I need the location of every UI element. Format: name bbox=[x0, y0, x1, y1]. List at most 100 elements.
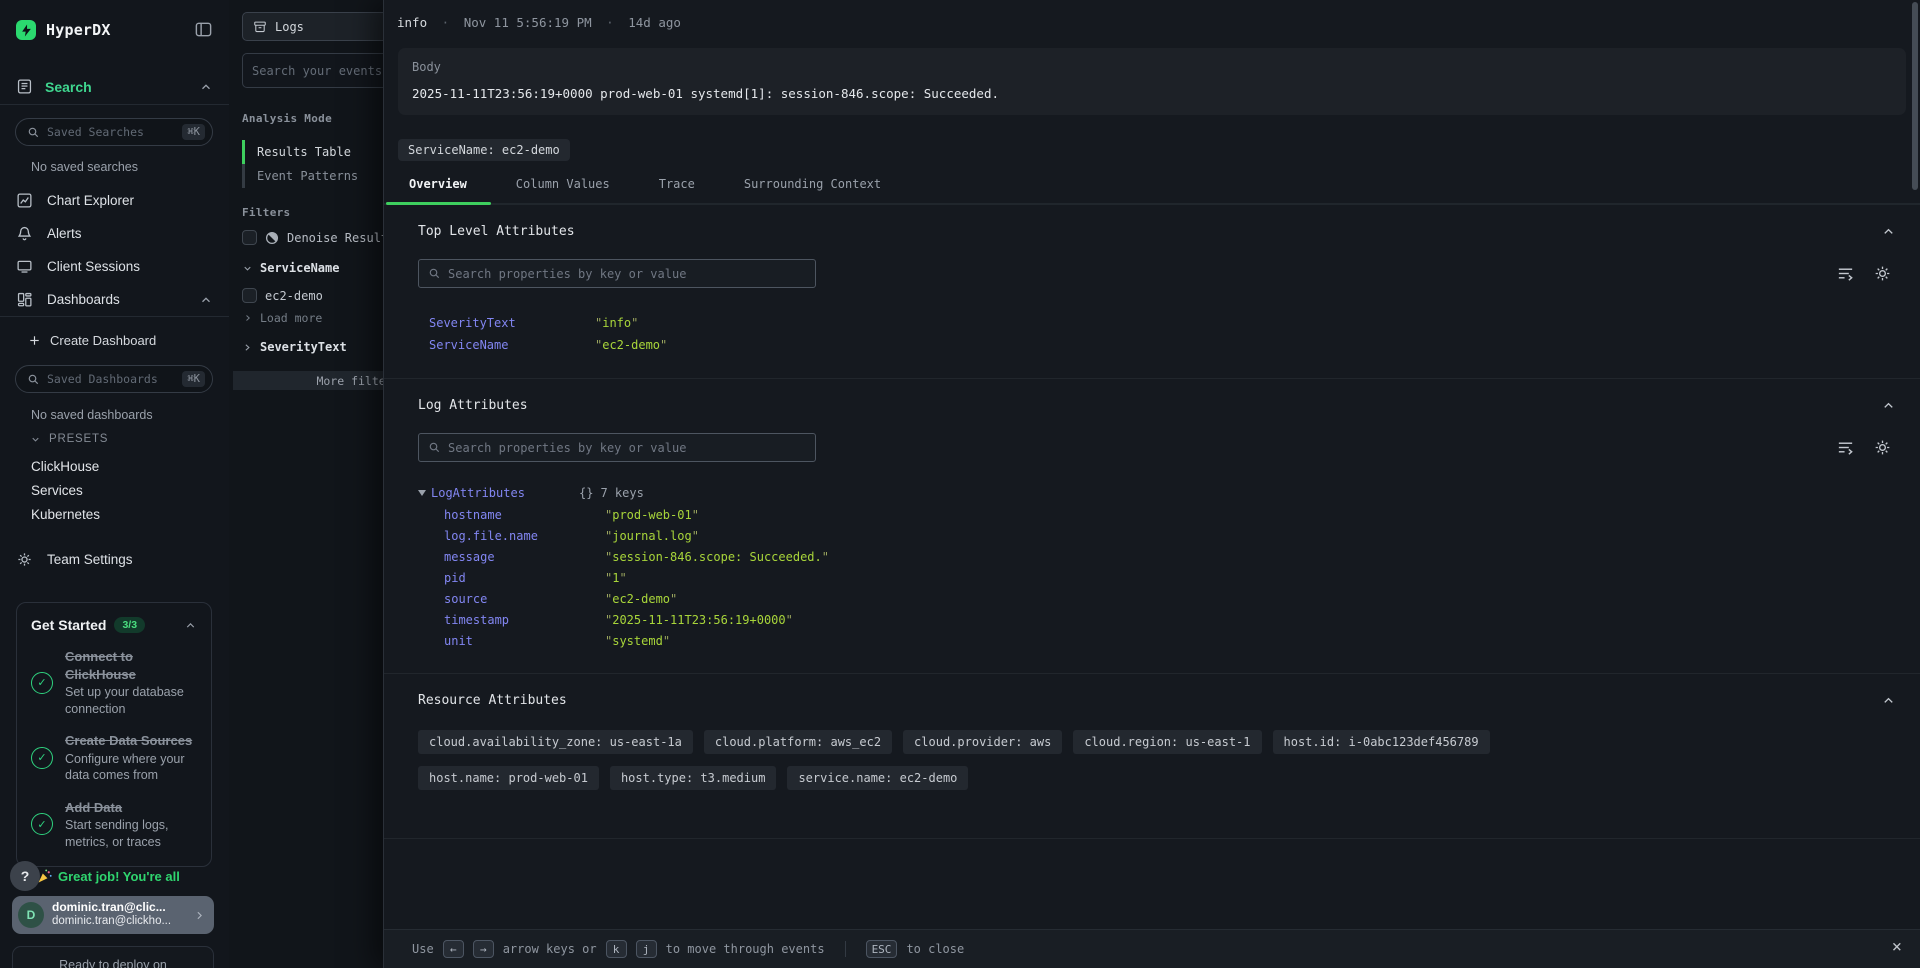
service-tag-chip[interactable]: ServiceName: ec2-demo bbox=[398, 139, 570, 161]
get-started-item-desc: Set up your database connection bbox=[65, 684, 197, 717]
help-button[interactable]: ? bbox=[10, 861, 40, 891]
chevron-right-icon bbox=[243, 313, 253, 323]
scrollbar-thumb[interactable] bbox=[1912, 2, 1918, 190]
top-level-search-field[interactable] bbox=[448, 267, 806, 281]
saved-dashboards-input[interactable]: ⌘K bbox=[15, 365, 213, 393]
log-attributes-root-row[interactable]: LogAttributes {} 7 keys bbox=[418, 482, 1896, 504]
log-attributes-search-field[interactable] bbox=[448, 441, 806, 455]
check-circle-icon: ✓ bbox=[31, 813, 53, 835]
resource-chip[interactable]: host.type: t3.medium bbox=[610, 766, 777, 790]
brand[interactable]: HyperDX bbox=[16, 20, 111, 40]
tab-surrounding-context[interactable]: Surrounding Context bbox=[744, 168, 881, 203]
search-panel: Logs Analysis Mode Results Table Event P… bbox=[229, 0, 383, 968]
resource-chip[interactable]: cloud.availability_zone: us-east-1a bbox=[418, 730, 693, 754]
close-icon[interactable]: × bbox=[1892, 939, 1902, 956]
attribute-value: session-846.scope: Succeeded. bbox=[605, 550, 829, 564]
attribute-value: info bbox=[595, 316, 638, 330]
sidebar-item-dashboards[interactable]: Dashboards bbox=[16, 291, 213, 308]
tab-column-values[interactable]: Column Values bbox=[516, 168, 610, 203]
search-section-icon bbox=[16, 78, 33, 95]
resource-chip[interactable]: cloud.provider: aws bbox=[903, 730, 1062, 754]
logs-source-icon bbox=[253, 20, 267, 34]
filters-label: Filters bbox=[242, 206, 290, 219]
saved-dashboards-field[interactable] bbox=[47, 372, 175, 386]
ec2-demo-checkbox[interactable] bbox=[242, 288, 257, 303]
attribute-row[interactable]: SeverityText info bbox=[418, 312, 1896, 334]
get-started-collapse-chevron-icon[interactable] bbox=[184, 619, 197, 632]
attribute-row[interactable]: log.file.name journal.log bbox=[418, 525, 1896, 546]
hyperdx-logo-icon bbox=[16, 20, 36, 40]
attribute-key: hostname bbox=[444, 508, 605, 522]
sidebar-collapse-icon[interactable] bbox=[194, 20, 213, 39]
search-collapse-chevron-icon[interactable] bbox=[199, 80, 213, 94]
get-started-item[interactable]: ✓ Connect to ClickHouse Set up your data… bbox=[31, 648, 197, 717]
analysis-mode-label: Analysis Mode bbox=[242, 112, 332, 125]
preset-item[interactable]: ClickHouse bbox=[31, 454, 100, 478]
create-dashboard-button[interactable]: Create Dashboard bbox=[28, 333, 156, 348]
attribute-row[interactable]: ServiceName ec2-demo bbox=[418, 334, 1896, 356]
more-filters-button[interactable]: More filters bbox=[233, 371, 383, 390]
user-name: dominic.tran@clic... bbox=[52, 901, 185, 915]
preset-item[interactable]: Services bbox=[31, 478, 100, 502]
attribute-key: pid bbox=[444, 571, 605, 585]
footer-text: to close bbox=[906, 942, 964, 956]
section-collapse-chevron-icon[interactable] bbox=[1881, 693, 1896, 708]
denoise-filter-row[interactable]: Denoise Results bbox=[242, 230, 383, 245]
sidebar-item-team-settings[interactable]: Team Settings bbox=[16, 551, 213, 568]
saved-searches-input[interactable]: ⌘K bbox=[15, 118, 213, 146]
attribute-row[interactable]: message session-846.scope: Succeeded. bbox=[418, 546, 1896, 567]
preset-item[interactable]: Kubernetes bbox=[31, 502, 100, 526]
get-started-item[interactable]: ✓ Create Data Sources Configure where yo… bbox=[31, 732, 197, 784]
event-search-field[interactable] bbox=[252, 64, 383, 78]
get-started-item[interactable]: ✓ Add Data Start sending logs, metrics, … bbox=[31, 799, 197, 851]
saved-searches-field[interactable] bbox=[47, 125, 175, 139]
source-selector-button[interactable]: Logs bbox=[242, 12, 383, 41]
sidebar-item-client-sessions[interactable]: Client Sessions bbox=[16, 258, 213, 275]
tree-expand-icon[interactable] bbox=[418, 490, 426, 496]
dashboards-collapse-chevron-icon[interactable] bbox=[199, 293, 213, 307]
filter-group-severitytext[interactable]: SeverityText bbox=[242, 340, 347, 354]
tab-overview[interactable]: Overview bbox=[409, 168, 467, 203]
footer-text: arrow keys or bbox=[503, 942, 597, 956]
presets-toggle[interactable]: PRESETS bbox=[30, 433, 108, 445]
log-attributes-search-box[interactable] bbox=[418, 433, 816, 462]
resource-chip[interactable]: host.id: i-0abc123def456789 bbox=[1273, 730, 1490, 754]
attribute-row[interactable]: hostname prod-web-01 bbox=[418, 504, 1896, 525]
resource-chip[interactable]: cloud.platform: aws_ec2 bbox=[704, 730, 892, 754]
line-wrap-icon[interactable] bbox=[1836, 264, 1855, 283]
section-collapse-chevron-icon[interactable] bbox=[1881, 398, 1896, 413]
filter-option-ec2-demo[interactable]: ec2-demo bbox=[242, 288, 383, 303]
braces-icon: {} bbox=[579, 486, 593, 500]
attribute-row[interactable]: source ec2-demo bbox=[418, 588, 1896, 609]
resource-chip[interactable]: host.name: prod-web-01 bbox=[418, 766, 599, 790]
hyperdx-app: { "sidebar": { "brand": "HyperDX", "sear… bbox=[0, 0, 1920, 968]
no-saved-searches: No saved searches bbox=[31, 160, 138, 174]
gear-icon[interactable] bbox=[1873, 264, 1892, 283]
preset-list: ClickHouse Services Kubernetes bbox=[31, 454, 100, 526]
attribute-row[interactable]: pid 1 bbox=[418, 567, 1896, 588]
severity-text: info bbox=[397, 15, 427, 30]
attribute-row[interactable]: unit systemd bbox=[418, 630, 1896, 651]
filter-group-servicename[interactable]: ServiceName bbox=[242, 261, 339, 275]
deploy-note-card[interactable]: Ready to deploy on bbox=[12, 946, 214, 968]
search-section-header[interactable]: Search bbox=[16, 78, 213, 95]
tree-root-key: LogAttributes bbox=[431, 486, 579, 500]
line-wrap-icon[interactable] bbox=[1836, 438, 1855, 457]
load-more-button[interactable]: Load more bbox=[243, 311, 322, 325]
section-collapse-chevron-icon[interactable] bbox=[1881, 224, 1896, 239]
resource-chip[interactable]: service.name: ec2-demo bbox=[787, 766, 968, 790]
attribute-row[interactable]: timestamp 2025-11-11T23:56:19+0000 bbox=[418, 609, 1896, 630]
event-search-box[interactable] bbox=[242, 53, 383, 88]
sidebar-item-alerts[interactable]: Alerts bbox=[16, 225, 213, 242]
tab-trace[interactable]: Trace bbox=[659, 168, 695, 203]
user-menu[interactable]: D dominic.tran@clic... dominic.tran@clic… bbox=[12, 896, 214, 934]
sidebar-item-chart-explorer[interactable]: Chart Explorer bbox=[16, 192, 213, 209]
mode-results-table[interactable]: Results Table bbox=[242, 140, 383, 164]
denoise-checkbox[interactable] bbox=[242, 230, 257, 245]
top-level-search-box[interactable] bbox=[418, 259, 816, 288]
resource-chip[interactable]: cloud.region: us-east-1 bbox=[1073, 730, 1261, 754]
mode-event-patterns[interactable]: Event Patterns bbox=[242, 164, 383, 188]
celebration-text: Great job! You're all bbox=[58, 869, 180, 884]
gear-icon[interactable] bbox=[1873, 438, 1892, 457]
search-icon bbox=[428, 267, 441, 280]
